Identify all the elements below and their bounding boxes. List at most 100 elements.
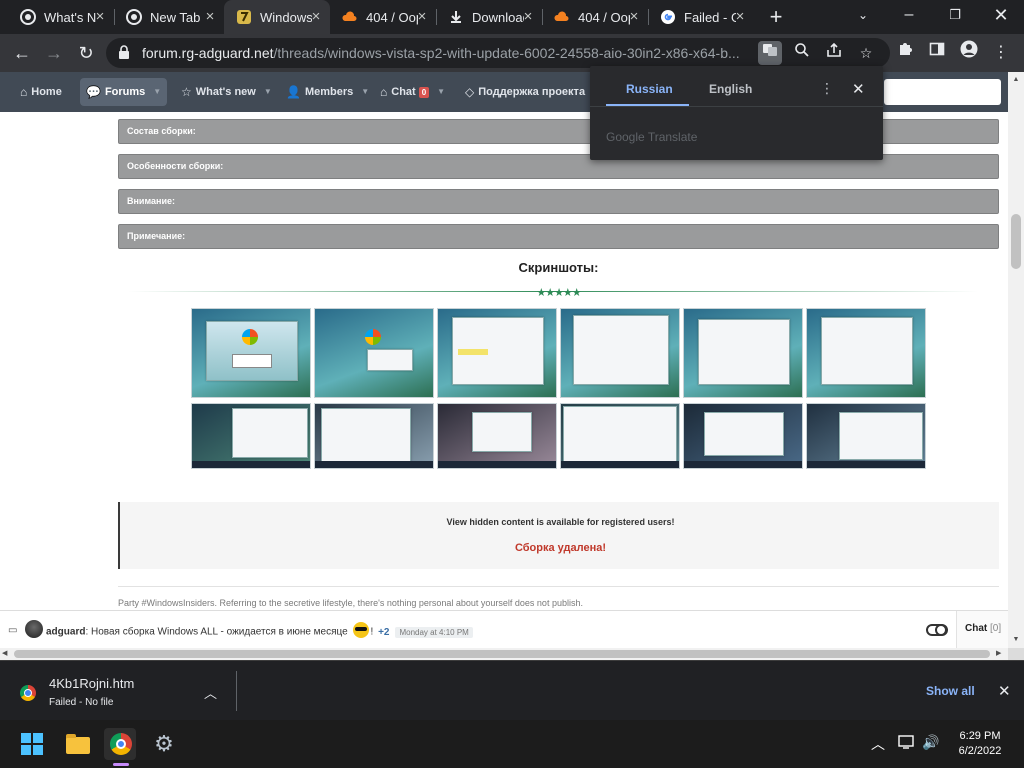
file-explorer-icon[interactable] — [66, 734, 90, 754]
download-filename[interactable]: 4Kb1Rojni.htm — [49, 676, 134, 691]
screenshot-thumbnail[interactable] — [560, 403, 680, 469]
screenshot-thumbnail[interactable] — [560, 308, 680, 398]
close-tab-icon[interactable]: × — [308, 9, 324, 25]
close-tab-icon[interactable]: × — [626, 9, 642, 25]
nav-whats-new[interactable]: ☆ What's new ▼ — [181, 72, 272, 112]
screenshot-thumbnail[interactable] — [683, 403, 803, 469]
side-panel-icon[interactable] — [924, 40, 950, 66]
scroll-down-icon[interactable]: ▼ — [1008, 632, 1024, 648]
url-text[interactable]: forum.rg-adguard.net/threads/windows-vis… — [142, 45, 752, 61]
profile-avatar-icon[interactable] — [956, 40, 982, 66]
show-all-button[interactable]: Show all — [926, 684, 975, 698]
address-bar[interactable]: forum.rg-adguard.net/threads/windows-vis… — [106, 38, 890, 68]
download-shelf: 4Kb1Rojni.htm Failed - No file ︿ Show al… — [0, 660, 1024, 720]
browser-tab-4[interactable]: 404 / Oops × — [330, 0, 437, 34]
browser-tab-7[interactable]: Failed - Google × — [648, 0, 754, 34]
vertical-scrollbar[interactable]: ▲ ▼ — [1008, 72, 1024, 648]
new-tab-plus-icon[interactable]: + — [762, 4, 790, 30]
close-window-icon[interactable]: ✕ — [978, 0, 1024, 30]
dropdown-icon[interactable]: ▼ — [264, 72, 272, 112]
screenshot-thumbnail[interactable] — [437, 308, 557, 398]
selected-lang-underline — [606, 104, 689, 106]
close-icon[interactable]: ✕ — [852, 80, 865, 98]
nav-chat[interactable]: ⌂ Chat 0 ▼ — [380, 72, 445, 112]
scroll-right-icon[interactable]: ▶ — [996, 648, 1001, 660]
browser-tab-2[interactable]: New Tab × — [114, 0, 225, 34]
chrome-taskbar-icon[interactable] — [110, 733, 132, 755]
download-icon — [448, 9, 464, 25]
close-tab-icon[interactable]: × — [520, 9, 536, 25]
screenshot-thumbnail[interactable] — [437, 403, 557, 469]
browser-tab-5[interactable]: Downloads × — [436, 0, 543, 34]
chat-count-badge: 0 — [418, 86, 430, 98]
menu-kebab-icon[interactable]: ⋮ — [988, 40, 1014, 66]
section-attention[interactable]: Внимание: — [118, 189, 999, 214]
user-icon: 👤 — [286, 85, 301, 99]
close-tab-icon[interactable]: × — [732, 9, 748, 25]
volume-icon[interactable]: 🔊 — [922, 734, 939, 751]
browser-tab-6[interactable]: 404 / Oops × — [542, 0, 649, 34]
back-arrow-icon[interactable]: ← — [8, 39, 36, 67]
scrollbar-thumb[interactable] — [1011, 214, 1021, 269]
close-icon[interactable]: ✕ — [998, 682, 1011, 700]
reload-icon[interactable]: ↻ — [72, 39, 100, 67]
cloud-icon — [342, 9, 358, 25]
close-tab-icon[interactable]: × — [92, 9, 108, 25]
translate-lang-russian[interactable]: Russian — [626, 82, 673, 96]
download-status: Failed - No file — [49, 697, 114, 708]
minimize-icon[interactable]: – — [886, 0, 932, 30]
section-note[interactable]: Примечание: — [118, 224, 999, 249]
scrollbar-thumb[interactable] — [14, 650, 990, 658]
star-icon: ☆ — [181, 85, 192, 99]
windows-start-icon[interactable] — [21, 733, 43, 755]
screenshot-thumbnail[interactable] — [191, 308, 311, 398]
home-icon: ⌂ — [20, 85, 28, 99]
translate-popup: Russian English ⋮ ✕ Google Translate — [590, 66, 883, 160]
taskbar-clock[interactable]: 6:29 PM 6/2/2022 — [944, 729, 1016, 759]
horizontal-scrollbar[interactable]: ◀ ▶ — [0, 648, 1008, 660]
sunglasses-emoji-icon — [352, 622, 369, 638]
avatar[interactable] — [25, 620, 43, 638]
scroll-left-icon[interactable]: ◀ — [2, 648, 7, 660]
screenshot-thumbnail[interactable] — [191, 403, 311, 469]
translate-lang-english[interactable]: English — [709, 82, 752, 96]
dropdown-icon[interactable]: ▼ — [437, 72, 445, 112]
screenshot-thumbnail[interactable] — [806, 403, 926, 469]
nav-home[interactable]: ⌂ Home — [20, 72, 62, 112]
browser-tab-1[interactable]: What's New | Forum × — [8, 0, 115, 34]
translate-options-icon[interactable]: ⋮ — [820, 80, 834, 97]
chevron-up-icon[interactable]: ︿ — [204, 683, 217, 702]
nav-members[interactable]: 👤 Members ▼ — [286, 72, 369, 112]
close-tab-icon[interactable]: × — [414, 9, 430, 25]
tab-search-chevron-icon[interactable]: ⌄ — [840, 0, 886, 30]
adguard-favicon — [236, 9, 252, 25]
screenshot-thumbnail[interactable] — [683, 308, 803, 398]
chat-ticker-bar[interactable]: ▭ adguard: Новая сборка Windows ALL - ож… — [0, 610, 1008, 648]
screenshot-thumbnail[interactable] — [314, 308, 434, 398]
rating-stars: ★★★★★ — [536, 287, 581, 299]
scroll-up-icon[interactable]: ▲ — [1008, 72, 1024, 88]
forum-search-input[interactable] — [884, 79, 1001, 105]
chat-open-button[interactable]: Chat [0] — [956, 611, 1008, 648]
forward-arrow-icon[interactable]: → — [40, 39, 68, 67]
nav-support[interactable]: ◇ Поддержка проекта — [465, 72, 585, 112]
network-icon[interactable] — [898, 734, 916, 753]
dropdown-icon[interactable]: ▼ — [153, 78, 161, 106]
translate-icon[interactable] — [758, 41, 782, 65]
restore-icon[interactable]: ❐ — [932, 0, 978, 30]
close-tab-icon[interactable]: × — [202, 9, 218, 25]
settings-gear-icon[interactable]: ⚙ — [153, 733, 175, 755]
dropdown-icon[interactable]: ▼ — [361, 72, 369, 112]
reaction-count: +2 — [378, 626, 390, 638]
browser-tab-3-active[interactable]: Windows Vista SP2 × — [224, 0, 330, 34]
nav-forums[interactable]: 💬 Forums ▼ — [80, 78, 168, 106]
chevron-up-icon[interactable]: ︿ — [871, 734, 885, 754]
extensions-puzzle-icon[interactable] — [892, 40, 918, 66]
chat-toggle-switch[interactable] — [926, 624, 948, 636]
google-translate-brand: Google Translate — [606, 130, 698, 144]
share-icon[interactable] — [822, 41, 846, 65]
screenshot-thumbnail[interactable] — [806, 308, 926, 398]
zoom-icon[interactable] — [790, 41, 814, 65]
screenshot-thumbnail[interactable] — [314, 403, 434, 469]
bookmark-star-icon[interactable]: ☆ — [854, 41, 878, 65]
